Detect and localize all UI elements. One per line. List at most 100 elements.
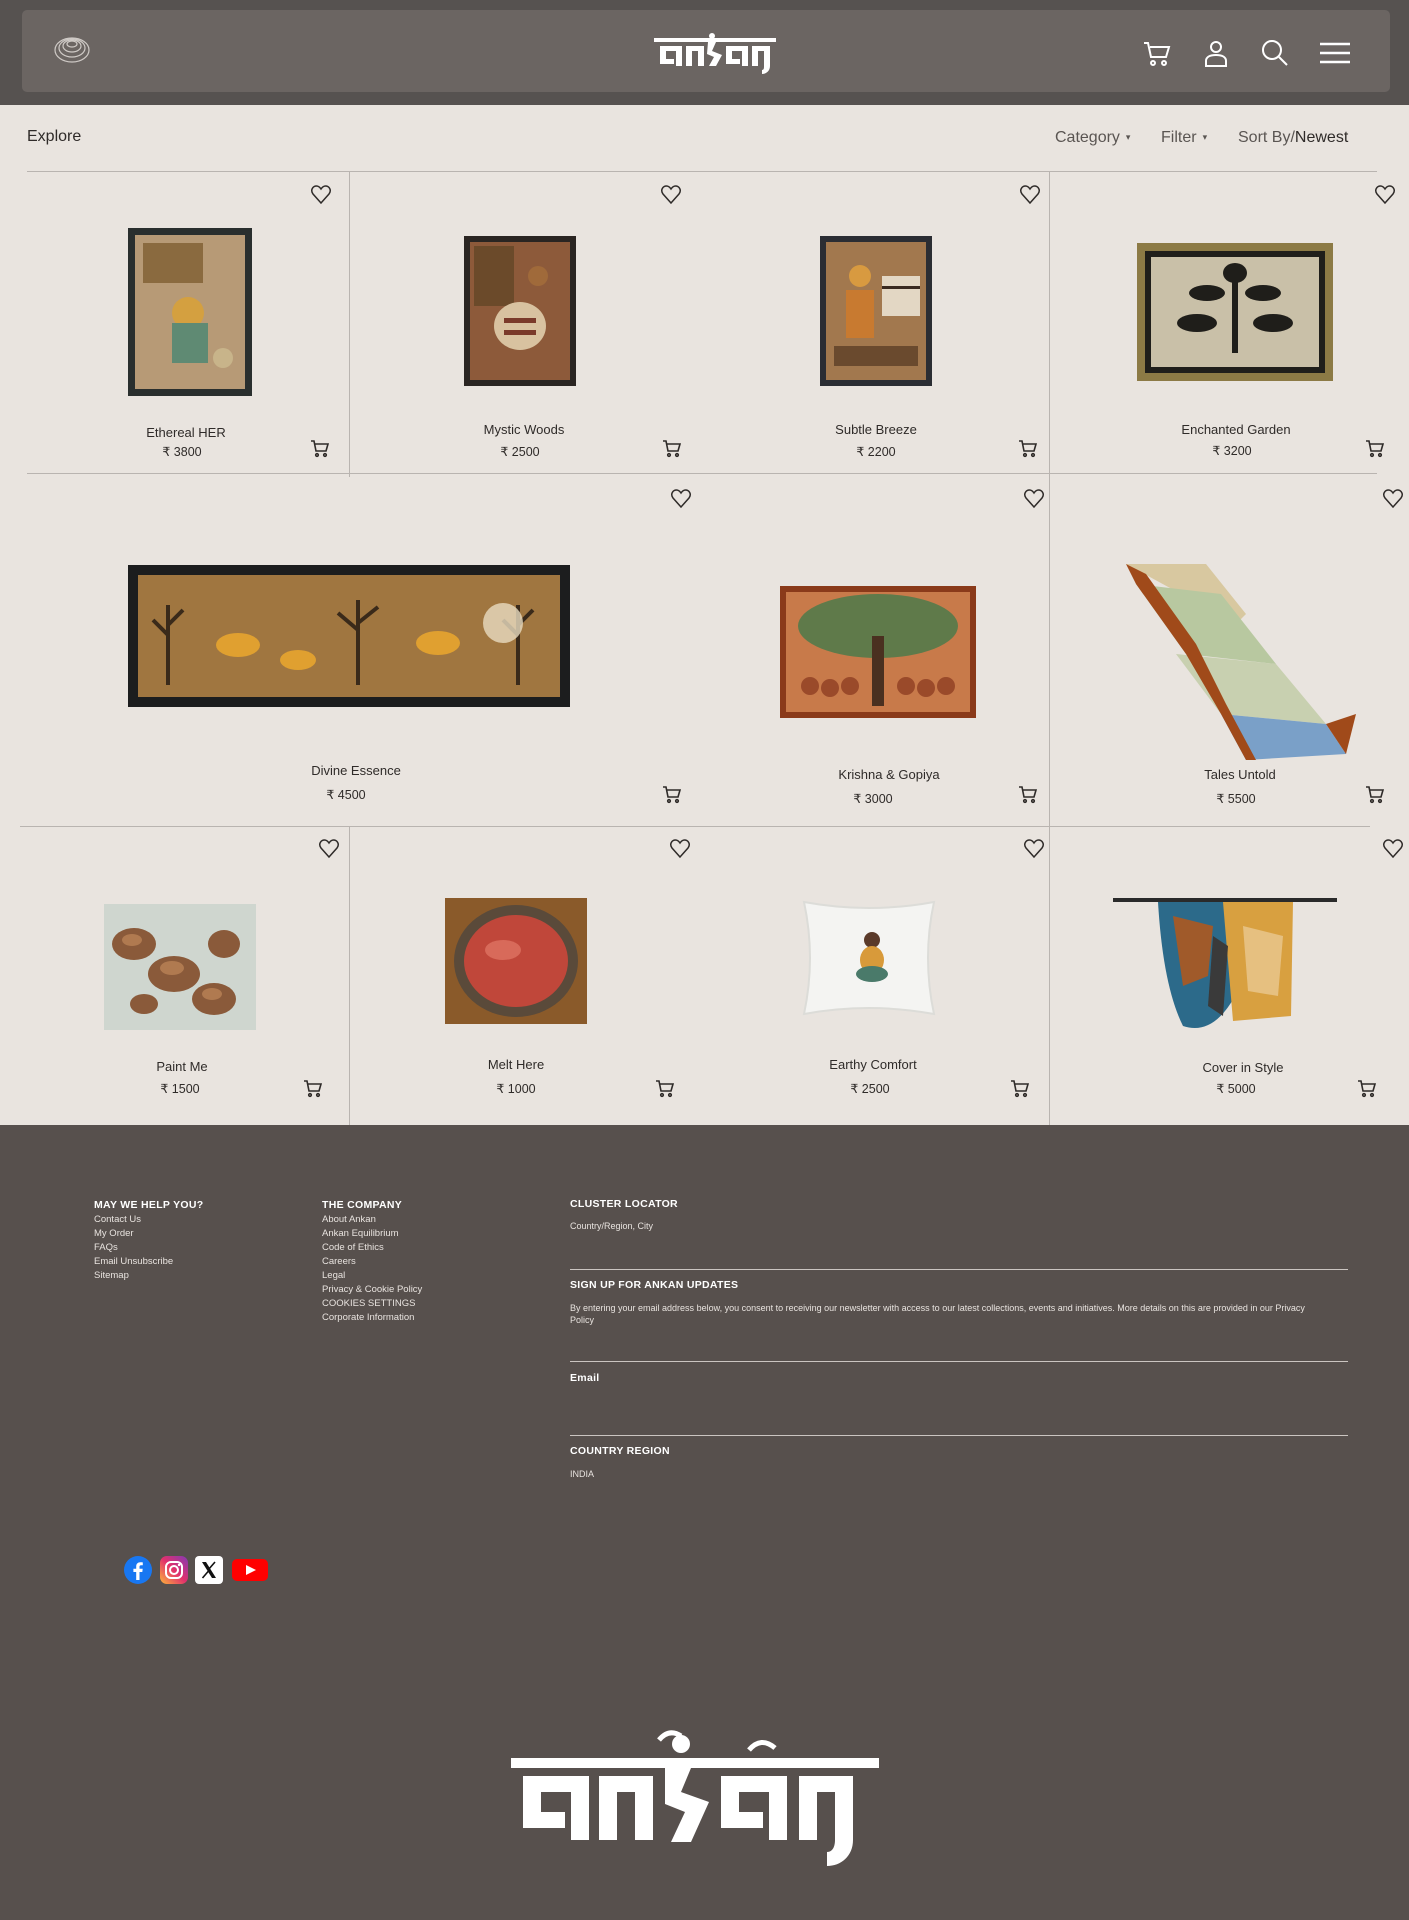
chevron-down-icon: ▾	[1202, 132, 1208, 142]
legal-link[interactable]: Legal	[322, 1270, 345, 1281]
my-order-link[interactable]: My Order	[94, 1228, 134, 1239]
category-dropdown[interactable]: Category ▾	[1055, 129, 1130, 147]
product-name[interactable]: Tales Untold	[1204, 767, 1276, 782]
user-icon[interactable]	[1201, 38, 1231, 68]
product-image[interactable]	[1137, 243, 1333, 381]
add-to-cart-icon[interactable]	[1357, 1078, 1377, 1098]
equilibrium-link[interactable]: Ankan Equilibrium	[322, 1228, 399, 1239]
add-to-cart-icon[interactable]	[662, 438, 682, 458]
add-to-cart-icon[interactable]	[662, 784, 682, 804]
signup-heading: SIGN UP FOR ANKAN UPDATES	[570, 1279, 739, 1291]
x-icon[interactable]	[194, 1555, 224, 1585]
product-price: ₹ 5500	[1216, 792, 1256, 806]
product-image[interactable]	[128, 565, 570, 707]
product-name[interactable]: Mystic Woods	[484, 422, 565, 437]
heart-icon[interactable]	[1382, 488, 1404, 510]
product-price: ₹ 2200	[856, 445, 896, 459]
cookies-settings-link[interactable]: COOKIES SETTINGS	[322, 1298, 415, 1309]
heart-icon[interactable]	[1023, 838, 1045, 860]
heart-icon[interactable]	[318, 838, 340, 860]
product-image[interactable]	[128, 228, 252, 396]
product-image[interactable]	[104, 904, 256, 1030]
header	[22, 10, 1390, 92]
cart-icon[interactable]	[1142, 38, 1172, 68]
email-unsubscribe-link[interactable]: Email Unsubscribe	[94, 1256, 173, 1267]
product-price: ₹ 2500	[500, 445, 540, 459]
product-image[interactable]	[1126, 564, 1356, 760]
menu-icon[interactable]	[1319, 38, 1351, 68]
logo-mark-icon[interactable]	[52, 30, 92, 66]
country-selector[interactable]: INDIA	[570, 1469, 594, 1479]
privacy-link[interactable]: Privacy & Cookie Policy	[322, 1284, 422, 1295]
ethics-link[interactable]: Code of Ethics	[322, 1242, 384, 1253]
search-icon[interactable]	[1260, 38, 1290, 68]
product-name[interactable]: Enchanted Garden	[1181, 422, 1290, 437]
facebook-icon[interactable]	[123, 1555, 153, 1585]
sitemap-link[interactable]: Sitemap	[94, 1270, 129, 1281]
product-price: ₹ 1500	[160, 1082, 200, 1096]
heart-icon[interactable]	[1023, 488, 1045, 510]
grid-divider	[27, 171, 1377, 172]
add-to-cart-icon[interactable]	[1018, 784, 1038, 804]
product-price: ₹ 3000	[853, 792, 893, 806]
about-link[interactable]: About Ankan	[322, 1214, 376, 1225]
product-image[interactable]	[798, 896, 940, 1020]
help-heading: MAY WE HELP YOU?	[94, 1199, 204, 1211]
corporate-info-link[interactable]: Corporate Information	[322, 1312, 414, 1323]
brand-wordmark[interactable]	[652, 32, 778, 74]
product-image[interactable]	[1113, 896, 1337, 1038]
product-image[interactable]	[464, 236, 576, 386]
youtube-icon[interactable]	[231, 1555, 269, 1585]
faqs-link[interactable]: FAQs	[94, 1242, 118, 1253]
product-image[interactable]	[820, 236, 932, 386]
heart-icon[interactable]	[1019, 184, 1041, 206]
country-heading: COUNTRY REGION	[570, 1445, 670, 1457]
instagram-icon[interactable]	[159, 1555, 189, 1585]
add-to-cart-icon[interactable]	[1365, 438, 1385, 458]
product-image[interactable]	[445, 898, 587, 1024]
add-to-cart-icon[interactable]	[310, 438, 330, 458]
product-price: ₹ 5000	[1216, 1082, 1256, 1096]
cluster-locator-input[interactable]: Country/Region, City	[570, 1221, 653, 1231]
product-price: ₹ 4500	[326, 788, 366, 802]
heart-icon[interactable]	[660, 184, 682, 206]
heart-icon[interactable]	[1382, 838, 1404, 860]
chevron-down-icon: ▾	[1125, 132, 1131, 142]
email-input[interactable]	[570, 1388, 1348, 1434]
add-to-cart-icon[interactable]	[655, 1078, 675, 1098]
add-to-cart-icon[interactable]	[1365, 784, 1385, 804]
product-name[interactable]: Krishna & Gopiya	[838, 767, 939, 782]
sort-dropdown[interactable]: Sort By/Newest	[1238, 129, 1348, 147]
add-to-cart-icon[interactable]	[1010, 1078, 1030, 1098]
email-label: Email	[570, 1372, 600, 1384]
product-name[interactable]: Subtle Breeze	[835, 422, 917, 437]
divider	[570, 1361, 1348, 1362]
grid-divider	[349, 172, 350, 477]
top-bar	[0, 0, 1409, 105]
footer-brand-logo	[511, 1730, 879, 1866]
cluster-locator-heading: CLUSTER LOCATOR	[570, 1198, 678, 1210]
careers-link[interactable]: Careers	[322, 1256, 356, 1267]
product-name[interactable]: Paint Me	[156, 1059, 207, 1074]
heart-icon[interactable]	[310, 184, 332, 206]
heart-icon[interactable]	[1374, 184, 1396, 206]
add-to-cart-icon[interactable]	[1018, 438, 1038, 458]
product-name[interactable]: Divine Essence	[311, 763, 401, 778]
product-price: ₹ 2500	[850, 1082, 890, 1096]
product-name[interactable]: Ethereal HER	[146, 425, 225, 440]
sort-value: Newest	[1294, 129, 1349, 146]
heart-icon[interactable]	[669, 838, 691, 860]
grid-divider	[349, 827, 350, 1127]
product-price: ₹ 3800	[162, 445, 202, 459]
heart-icon[interactable]	[670, 488, 692, 510]
product-name[interactable]: Earthy Comfort	[829, 1057, 916, 1072]
filter-dropdown[interactable]: Filter ▾	[1161, 129, 1207, 147]
add-to-cart-icon[interactable]	[303, 1078, 323, 1098]
contact-us-link[interactable]: Contact Us	[94, 1214, 141, 1225]
signup-description: By entering your email address below, yo…	[570, 1303, 1305, 1325]
product-name[interactable]: Cover in Style	[1203, 1060, 1284, 1075]
email-underline	[570, 1435, 1348, 1436]
product-name[interactable]: Melt Here	[488, 1057, 544, 1072]
category-label: Category	[1055, 129, 1120, 146]
product-image[interactable]	[780, 586, 976, 718]
